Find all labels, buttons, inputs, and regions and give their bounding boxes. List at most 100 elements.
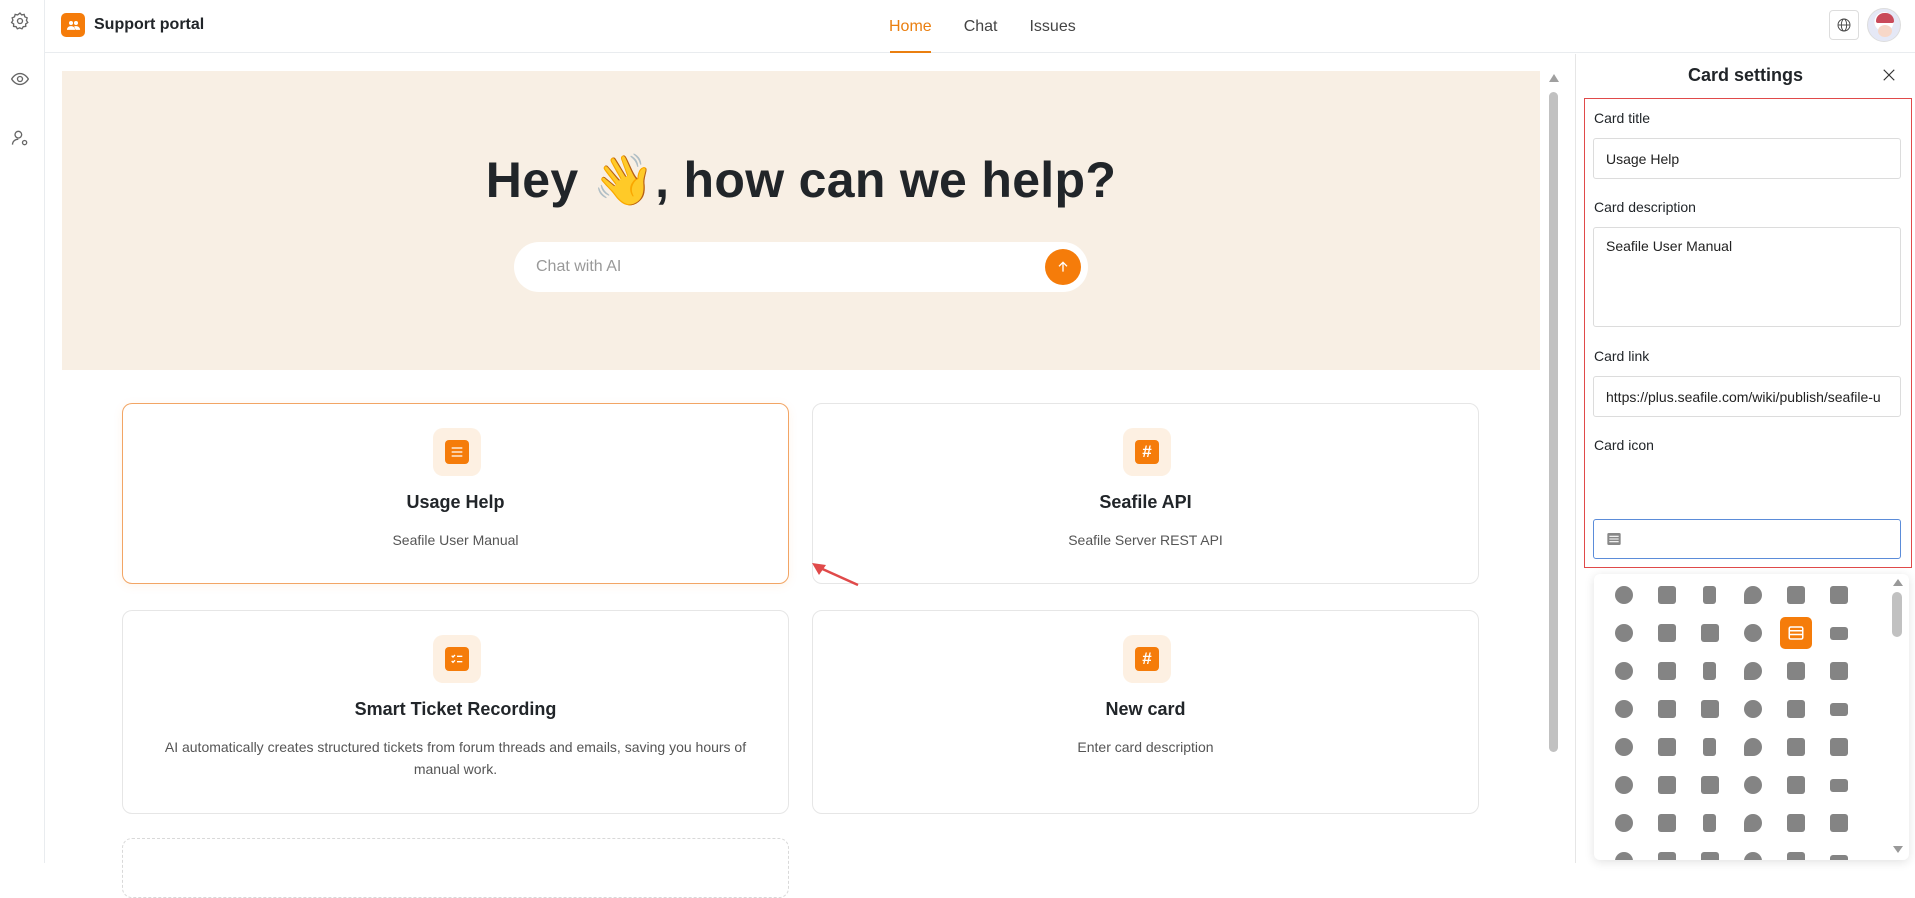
hero-banner: Hey 👋, how can we help?	[62, 71, 1540, 370]
close-icon[interactable]	[1880, 66, 1900, 86]
megaphone-icon[interactable]	[1645, 690, 1688, 728]
house-dollar-icon[interactable]	[1774, 652, 1817, 690]
battery-icon[interactable]	[1774, 766, 1817, 804]
card-title: New card	[1105, 699, 1186, 719]
card-title: Smart Ticket Recording	[354, 699, 557, 719]
open-book-icon[interactable]	[1645, 804, 1688, 842]
tools-icon[interactable]	[1731, 690, 1774, 728]
main-scrollbar[interactable]	[1547, 74, 1559, 859]
top-header: Support portal Home Chat Issues	[45, 0, 1915, 53]
panel-title: Card settings	[1687, 65, 1804, 85]
hero-title: Hey 👋, how can we help?	[485, 152, 1117, 208]
arrow-up-icon	[1058, 261, 1068, 272]
card-link-input[interactable]	[1593, 376, 1901, 417]
book-icon[interactable]	[1645, 576, 1688, 614]
film-icon[interactable]	[1817, 614, 1860, 652]
user-settings-icon[interactable]	[8, 126, 32, 150]
inbox-upload-icon[interactable]	[1645, 842, 1688, 860]
alarm-clock-icon[interactable]	[1602, 576, 1645, 614]
card-description: Enter card description	[1077, 739, 1214, 755]
gear-box-icon[interactable]	[1731, 576, 1774, 614]
hashtag-icon[interactable]	[1731, 652, 1774, 690]
bookmark-icon[interactable]	[1731, 804, 1774, 842]
checklist-icon	[433, 635, 481, 683]
list-rows-icon[interactable]	[1817, 652, 1860, 690]
books-icon[interactable]	[1774, 804, 1817, 842]
icon-picker	[1594, 574, 1909, 860]
cards-icon[interactable]	[1688, 842, 1731, 860]
icon-grid	[1602, 576, 1888, 860]
globe-icon	[1837, 18, 1851, 32]
app-name: Support portal	[94, 16, 205, 33]
card-description: Seafile User Manual	[392, 532, 519, 548]
tab-home[interactable]: Home	[873, 0, 948, 53]
headset-icon[interactable]	[1645, 728, 1688, 766]
card-icon-label: Card icon	[1594, 437, 1654, 453]
card-smart-ticket-recording[interactable]: Smart Ticket Recording AI automatically …	[122, 610, 789, 814]
presentation-icon[interactable]	[1817, 690, 1860, 728]
apps-icon[interactable]	[1645, 614, 1688, 652]
certificate-icon[interactable]	[1774, 842, 1817, 860]
tab-issues[interactable]: Issues	[1013, 0, 1091, 53]
airplay-icon[interactable]	[1602, 766, 1645, 804]
eye-icon[interactable]	[8, 67, 32, 91]
calculator-icon[interactable]	[1731, 842, 1774, 860]
tab-chat[interactable]: Chat	[948, 0, 1014, 53]
calendar-day-icon[interactable]	[1645, 652, 1688, 690]
card-seafile-api[interactable]: # Seafile API Seafile Server REST API	[812, 403, 1479, 584]
trend-chart-icon[interactable]	[1602, 614, 1645, 652]
person-card-icon[interactable]	[1731, 728, 1774, 766]
bluetooth-icon[interactable]	[1602, 804, 1645, 842]
calendar-check-icon[interactable]	[1774, 576, 1817, 614]
archive-icon[interactable]	[1645, 766, 1688, 804]
dollar-icon[interactable]	[1731, 614, 1774, 652]
gear-icon[interactable]	[8, 9, 32, 33]
calendar-grid-icon[interactable]	[1817, 576, 1860, 614]
invoice-icon[interactable]	[1688, 576, 1731, 614]
contact-book-icon[interactable]	[1817, 728, 1860, 766]
main-nav: Home Chat Issues	[873, 0, 1092, 53]
language-button[interactable]	[1829, 10, 1859, 40]
add-card-placeholder[interactable]	[122, 838, 789, 898]
card-link-label: Card link	[1594, 348, 1650, 364]
left-rail	[0, 0, 45, 863]
edit-note-icon[interactable]	[1688, 690, 1731, 728]
card-description-input[interactable]: Seafile User Manual	[1593, 227, 1901, 327]
card-new-card[interactable]: # New card Enter card description	[812, 610, 1479, 814]
list-icon[interactable]	[1774, 614, 1817, 652]
avatar[interactable]	[1867, 8, 1901, 42]
nodes-icon[interactable]	[1817, 804, 1860, 842]
flask-icon[interactable]	[1602, 652, 1645, 690]
list-icon	[1607, 533, 1621, 545]
users-icon[interactable]	[1688, 728, 1731, 766]
brand[interactable]: Support portal	[61, 13, 204, 37]
send-button[interactable]	[1045, 249, 1081, 285]
team-icon[interactable]	[1774, 728, 1817, 766]
icon-picker-scrollbar[interactable]	[1889, 574, 1905, 860]
card-usage-help[interactable]: Usage Help Seafile User Manual	[122, 403, 789, 584]
id-card-icon[interactable]	[1602, 728, 1645, 766]
list-icon	[433, 428, 481, 476]
dashboard-icon[interactable]	[1688, 652, 1731, 690]
chat-input[interactable]	[536, 242, 1016, 292]
hashtag-icon: #	[1123, 635, 1171, 683]
chat-search-box	[514, 242, 1088, 292]
card-title-input[interactable]	[1593, 138, 1901, 179]
checklist-icon[interactable]	[1602, 690, 1645, 728]
bell-icon[interactable]	[1817, 766, 1860, 804]
reading-book-icon[interactable]	[1688, 804, 1731, 842]
card-icon-select[interactable]	[1593, 519, 1901, 559]
card-description: AI automatically creates structured tick…	[164, 739, 747, 777]
card-settings-panel: Card settings Card title Card descriptio…	[1575, 54, 1915, 863]
annotation-arrow-icon	[812, 563, 859, 587]
card-title-label: Card title	[1594, 110, 1651, 126]
radio-icon[interactable]	[1731, 766, 1774, 804]
main-content: Hey 👋, how can we help? Usage Help Seafi…	[45, 54, 1575, 898]
laptop-icon[interactable]	[1817, 842, 1860, 860]
asterisk-icon[interactable]	[1688, 766, 1731, 804]
support-team-icon	[61, 13, 85, 37]
cube-icon[interactable]	[1688, 614, 1731, 652]
phone-icon[interactable]	[1774, 690, 1817, 728]
inbox-download-icon[interactable]	[1602, 842, 1645, 860]
hashtag-icon: #	[1123, 428, 1171, 476]
